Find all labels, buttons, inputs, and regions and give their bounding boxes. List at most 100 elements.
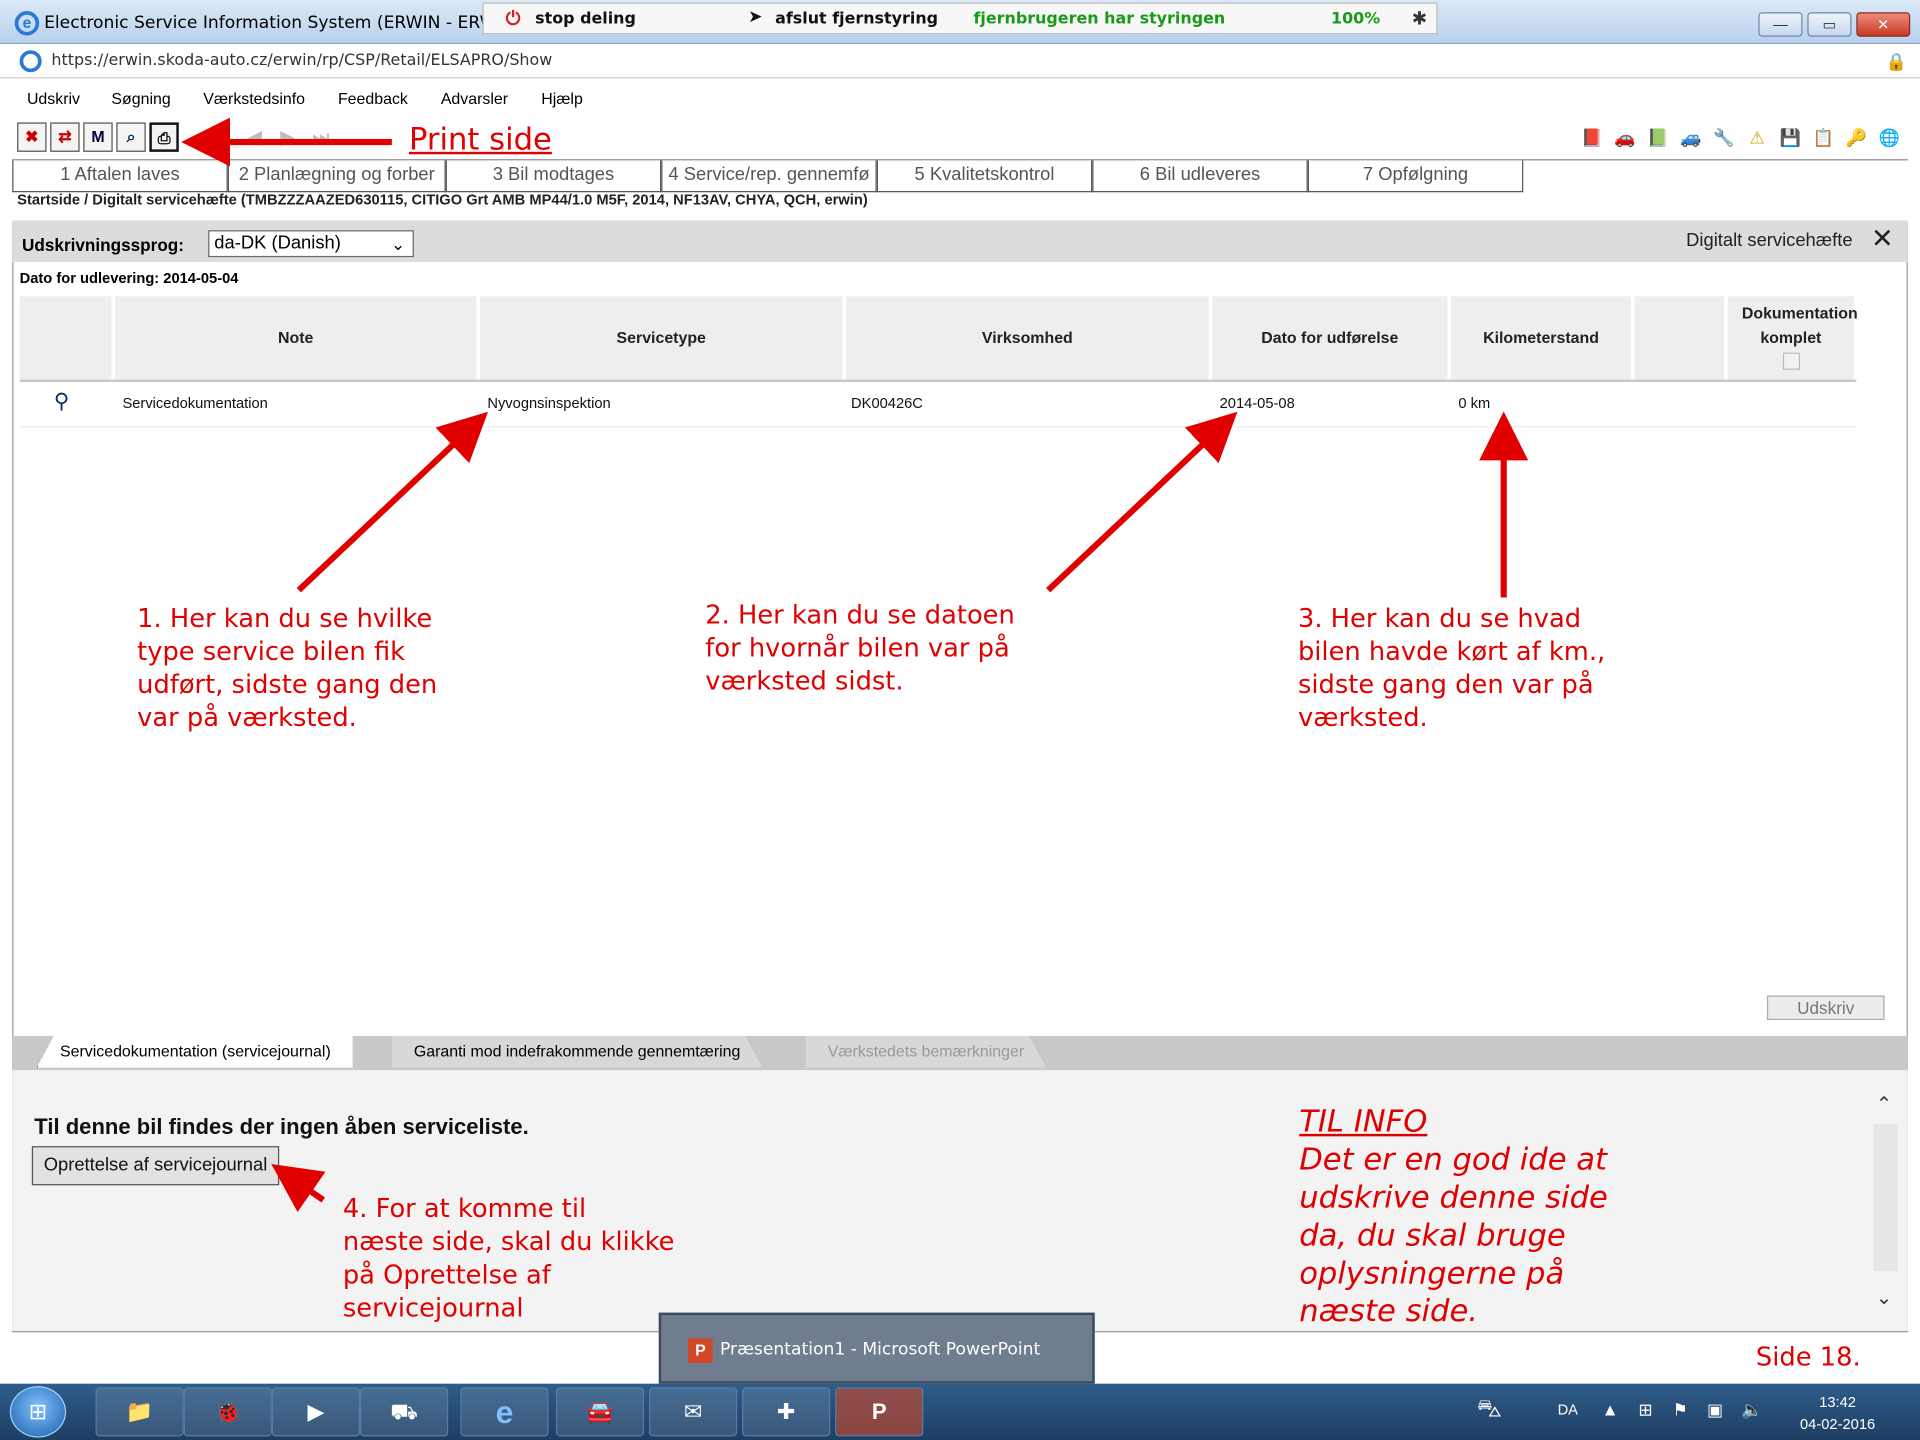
- vehicle-icon[interactable]: 🚗: [1610, 122, 1639, 151]
- remote-status: fjernbrugeren har styringen: [973, 9, 1226, 29]
- taskbar-app-icon[interactable]: ⛟: [360, 1387, 449, 1437]
- tray-windows-icon[interactable]: ⊞: [1638, 1400, 1652, 1421]
- taskbar: ⊞ 📁 🐞 ▶ ⛟ e 🚘 ✉ ✚ P ⛍ DA ▲ ⊞ ⚑ ▣ 🔈 13:42…: [0, 1383, 1920, 1440]
- table-header-company: Virksomhed: [846, 296, 1213, 380]
- pin-icon[interactable]: ✱: [1412, 7, 1427, 29]
- header-divider: [19, 379, 1857, 383]
- step-tab-5[interactable]: 5 Kvalitetskontrol: [876, 160, 1093, 193]
- step-tab-2[interactable]: 2 Planlægning og forber: [227, 160, 446, 193]
- view-doc-magnifier-icon[interactable]: ⚲: [54, 389, 69, 413]
- info-text: Det er en god ide at udskrive denne side d…: [1299, 1141, 1608, 1329]
- scroll-down-icon[interactable]: ⌄: [1876, 1286, 1892, 1310]
- close-window-button[interactable]: ✕: [1856, 12, 1911, 37]
- tray-flag-icon[interactable]: ⚑: [1673, 1400, 1688, 1421]
- tab-service-documentation[interactable]: Servicedokumentation (servicejournal): [36, 1035, 353, 1068]
- lower-panel: [12, 1070, 1908, 1333]
- print-icon[interactable]: ⎙: [149, 122, 179, 152]
- workflow-steps: 1 Aftalen laves 2 Planlægning og forber …: [12, 159, 1908, 193]
- language-bar: Udskrivningssprog: da-DK (Danish) ⌄ Digi…: [12, 220, 1908, 263]
- end-remote-button[interactable]: afslut fjernstyring: [775, 10, 938, 28]
- annotation-3: 3. Her kan du se hvad bilen havde kørt af…: [1297, 603, 1606, 733]
- list-icon[interactable]: 📋: [1809, 122, 1838, 151]
- manual-icon[interactable]: 📕: [1577, 122, 1606, 151]
- documentation-checkbox[interactable]: [1782, 352, 1800, 370]
- annotation-4: 4. For at komme til næste side, skal du k…: [342, 1193, 675, 1323]
- print-button[interactable]: Udskriv: [1766, 995, 1885, 1021]
- row-date: 2014-05-08: [1219, 394, 1295, 412]
- menu-udskriv[interactable]: Udskriv: [27, 89, 80, 107]
- step-tab-7[interactable]: 7 Opfølgning: [1307, 160, 1524, 193]
- tray-network-icon[interactable]: ▣: [1707, 1400, 1723, 1421]
- ie-logo-icon: e: [14, 11, 40, 36]
- scroll-up-icon[interactable]: ⌃: [1876, 1092, 1892, 1116]
- row-company: DK00426C: [851, 394, 923, 412]
- start-button[interactable]: ⊞: [9, 1386, 67, 1438]
- step-tab-6[interactable]: 6 Bil udleveres: [1092, 160, 1308, 193]
- save-icon[interactable]: 💾: [1776, 122, 1805, 151]
- search-icon[interactable]: ⌕: [116, 122, 146, 152]
- car-icon[interactable]: 🚙: [1676, 122, 1705, 151]
- powerpoint-icon: P: [688, 1338, 713, 1363]
- language-select[interactable]: da-DK (Danish) ⌄: [208, 230, 414, 258]
- url-text[interactable]: https://erwin.skoda-auto.cz/erwin/rp/CSP…: [51, 51, 552, 69]
- taskbar-remote-icon[interactable]: ✚: [742, 1387, 831, 1437]
- chevron-down-icon: ⌄: [390, 233, 406, 254]
- remote-control-bar: ⏻ stop deling ➤ afslut fjernstyring fjer…: [482, 2, 1438, 35]
- swap-icon[interactable]: ⇄: [50, 122, 80, 152]
- address-bar[interactable]: https://erwin.skoda-auto.cz/erwin/rp/CSP…: [0, 44, 1920, 79]
- annotation-print-side: Print side: [408, 121, 552, 157]
- step-tab-1[interactable]: 1 Aftalen laves: [12, 160, 228, 193]
- row-note: Servicedokumentation: [122, 394, 268, 412]
- close-doc-icon[interactable]: ✖: [17, 122, 47, 152]
- minimize-button[interactable]: —: [1758, 12, 1803, 37]
- guide-icon[interactable]: 📗: [1643, 122, 1672, 151]
- tray-clock[interactable]: 13:42 04-02-2016: [1800, 1391, 1875, 1435]
- delivery-date: Dato for udlevering: 2014-05-04: [19, 269, 239, 287]
- step-tab-3[interactable]: 3 Bil modtages: [445, 160, 662, 193]
- taskbar-diagnostic-icon[interactable]: 🐞: [183, 1387, 272, 1437]
- row-servicetype: Nyvognsinspektion: [487, 394, 611, 412]
- lower-scrollbar[interactable]: ⌃ ⌄: [1873, 1090, 1898, 1323]
- maximize-button[interactable]: ▭: [1807, 12, 1852, 37]
- key-icon[interactable]: 🔑: [1842, 122, 1871, 151]
- table-header-servicetype: Servicetype: [480, 296, 847, 380]
- tray-language[interactable]: DA: [1558, 1401, 1578, 1418]
- tab-workshop-remarks[interactable]: Værkstedets bemærkninger: [806, 1036, 1046, 1068]
- taskbar-car-icon[interactable]: 🚘: [555, 1387, 645, 1437]
- taskbar-media-icon[interactable]: ▶: [271, 1387, 361, 1437]
- taskbar-ie-icon[interactable]: e: [460, 1387, 549, 1437]
- language-label: Udskrivningssprog:: [22, 235, 184, 255]
- taskbar-outlook-icon[interactable]: ✉: [648, 1387, 738, 1437]
- create-service-journal-button[interactable]: Oprettelse af servicejournal: [31, 1146, 280, 1186]
- step-tab-4[interactable]: 4 Service/rep. gennemfø: [661, 160, 877, 193]
- close-panel-icon[interactable]: ✕: [1871, 223, 1894, 255]
- taskbar-explorer-icon[interactable]: 📁: [95, 1387, 184, 1437]
- tray-expand-icon[interactable]: ▲: [1602, 1400, 1619, 1420]
- cursor-icon: ➤: [748, 7, 763, 27]
- prev-page-icon: ◀: [247, 127, 263, 149]
- globe-icon[interactable]: 🌐: [1875, 122, 1904, 151]
- ie-page-icon: [19, 50, 42, 73]
- powerpoint-taskbar-preview[interactable]: P Præsentation1 - Microsoft PowerPoint: [658, 1312, 1095, 1384]
- calendar-icon[interactable]: M: [83, 122, 113, 152]
- tab-warranty-corrosion[interactable]: Garanti mod indefrakommende gennemtæring: [392, 1036, 763, 1068]
- page-number: Side 18.: [1755, 1342, 1861, 1372]
- menu-feedback[interactable]: Feedback: [338, 89, 408, 107]
- breadcrumb: Startside / Digitalt servicehæfte (TMBZZ…: [17, 191, 868, 209]
- stop-sharing-button[interactable]: stop deling: [535, 10, 636, 28]
- tray-volume-icon[interactable]: 🔈: [1741, 1400, 1762, 1421]
- tray-car-icon[interactable]: ⛍: [1477, 1396, 1502, 1427]
- no-service-list-message: Til denne bil findes der ingen åben serv…: [34, 1114, 529, 1139]
- window-title: Electronic Service Information System (E…: [44, 13, 522, 34]
- menu-hjaelp[interactable]: Hjælp: [541, 89, 583, 107]
- taskbar-powerpoint-icon[interactable]: P: [835, 1387, 924, 1437]
- row-km: 0 km: [1458, 394, 1491, 412]
- warning-icon[interactable]: ⚠: [1742, 122, 1771, 151]
- scroll-track[interactable]: [1873, 1124, 1898, 1272]
- menu-sogning[interactable]: Søgning: [111, 89, 170, 107]
- menu-advarsler[interactable]: Advarsler: [441, 89, 508, 107]
- tools-icon[interactable]: 🔧: [1709, 122, 1738, 151]
- powerpoint-title: Præsentation1 - Microsoft PowerPoint: [720, 1339, 1041, 1360]
- next-page-icon: ▶: [280, 127, 296, 149]
- menu-vaerkstedsinfo[interactable]: Værkstedsinfo: [203, 89, 305, 107]
